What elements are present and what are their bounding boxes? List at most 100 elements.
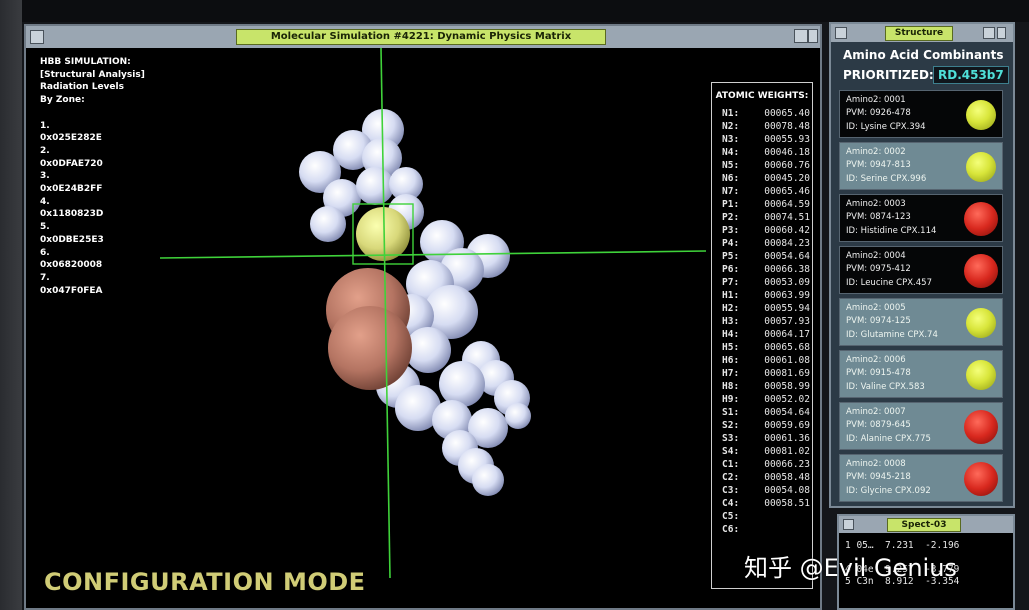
amino-acid-card[interactable]: Amino2: 0007 PVM: 0879-645 ID: Alanine CPX…	[839, 402, 1003, 450]
atomic-weight-label: C3:	[722, 485, 740, 496]
acid-name: ID: Leucine CPX.457	[846, 278, 932, 288]
amino-acid-card[interactable]: Amino2: 0002 PVM: 0947-813 ID: Serine CPX.…	[839, 142, 1003, 190]
pvm-value: PVM: 0974-125	[846, 316, 911, 326]
atomic-weight-value: 00058.48	[764, 472, 810, 483]
atomic-weight-row: N4: 00046.18	[712, 146, 812, 159]
atomic-weight-value: 00078.48	[764, 121, 810, 132]
watermark: 知乎 @Evil Genius	[744, 554, 957, 582]
atomic-weight-row: N5: 00060.76	[712, 159, 812, 172]
spect-title: Spect-03	[887, 518, 961, 532]
amino-id: Amino2: 0002	[846, 147, 906, 157]
atomic-weight-label: H7:	[722, 368, 740, 379]
close-box-icon[interactable]	[835, 27, 847, 39]
atomic-weight-value: 00046.18	[764, 147, 810, 158]
atomic-weight-value: 00055.94	[764, 303, 810, 314]
atomic-weight-label: H2:	[722, 303, 740, 314]
atomic-weight-row: N3: 00055.93	[712, 133, 812, 146]
atomic-weight-label: S1:	[722, 407, 740, 418]
amino-id: Amino2: 0005	[846, 303, 906, 313]
atomic-weight-label: H9:	[722, 394, 740, 405]
collapse-box-icon[interactable]	[997, 27, 1006, 39]
atomic-weight-label: N7:	[722, 186, 740, 197]
atomic-weight-row: H8: 00058.99	[712, 380, 812, 393]
selected-yellow-atom[interactable]	[356, 207, 410, 261]
atomic-weight-row: C1: 00066.23	[712, 458, 812, 471]
atomic-weight-label: H5:	[722, 342, 740, 353]
amino-id: Amino2: 0008	[846, 459, 906, 469]
amino-acid-card[interactable]: Amino2: 0006 PVM: 0915-478 ID: Valine CPX.…	[839, 350, 1003, 398]
pvm-value: PVM: 0915-478	[846, 368, 911, 378]
atomic-weight-row: P3: 00060.42	[712, 224, 812, 237]
amino-acid-card[interactable]: Amino2: 0004 PVM: 0975-412 ID: Leucine CPX…	[839, 246, 1003, 294]
zoom-box-icon[interactable]	[794, 29, 808, 43]
zoom-box-icon[interactable]	[983, 27, 995, 39]
pvm-value: PVM: 0975-412	[846, 264, 911, 274]
atomic-weight-row: H5: 00065.68	[712, 341, 812, 354]
atomic-weight-value	[754, 510, 810, 523]
atomic-weight-label: P6:	[722, 264, 740, 275]
brown-atoms	[326, 268, 412, 390]
atomic-weight-value: 00065.68	[764, 342, 810, 353]
atomic-weight-value: 00054.64	[764, 407, 810, 418]
atomic-weight-value: 00065.40	[764, 108, 810, 119]
atomic-weight-label: C2:	[722, 472, 740, 483]
prioritized-label: PRIORITIZED:	[843, 68, 934, 82]
atomic-weight-row: P2: 00074.51	[712, 211, 812, 224]
atomic-weight-value: 00053.09	[764, 277, 810, 288]
structure-titlebar[interactable]: Structure	[831, 24, 1013, 42]
atomic-weight-value: 00074.51	[764, 212, 810, 223]
pvm-value: PVM: 0874-123	[846, 212, 911, 222]
acid-name: ID: Histidine CPX.114	[846, 226, 937, 236]
red-status-sphere-icon	[964, 410, 998, 444]
atomic-weight-label: C4:	[722, 498, 740, 509]
molecule-render	[159, 48, 706, 579]
atomic-weight-value: 00055.93	[764, 134, 810, 145]
red-status-sphere-icon	[964, 202, 998, 236]
amino-acid-card[interactable]: Amino2: 0003 PVM: 0874-123 ID: Histidine C…	[839, 194, 1003, 242]
window-title: Molecular Simulation #4221: Dynamic Phys…	[236, 29, 606, 45]
amino-id: Amino2: 0003	[846, 199, 906, 209]
configuration-mode-label: CONFIGURATION MODE	[44, 568, 366, 596]
amino-acid-card[interactable]: Amino2: 0005 PVM: 0974-125 ID: Glutamine C…	[839, 298, 1003, 346]
pvm-value: PVM: 0879-645	[846, 420, 911, 430]
atomic-weight-row: C5:	[712, 510, 812, 523]
atomic-weight-label: N4:	[722, 147, 740, 158]
close-box-icon[interactable]	[30, 30, 44, 44]
atomic-weight-label: N1:	[722, 108, 740, 119]
atomic-weight-label: P4:	[722, 238, 740, 249]
atomic-weight-label: N5:	[722, 160, 740, 171]
atomic-weight-row: C3: 00054.08	[712, 484, 812, 497]
atomic-weight-label: H4:	[722, 329, 740, 340]
yellow-status-sphere-icon	[966, 100, 996, 130]
atomic-weight-row: N1: 00065.40	[712, 107, 812, 120]
amino-acid-card[interactable]: Amino2: 0008 PVM: 0945-218 ID: Glycine CPX…	[839, 454, 1003, 502]
molecule-viewport[interactable]: HBB SIMULATION: [Structural Analysis] Ra…	[26, 48, 820, 608]
atomic-weight-row: H4: 00064.17	[712, 328, 812, 341]
spect-titlebar[interactable]: Spect-03	[839, 516, 1013, 533]
yellow-status-sphere-icon	[966, 360, 996, 390]
acid-name: ID: Serine CPX.996	[846, 174, 927, 184]
atomic-weight-row: S4: 00081.02	[712, 445, 812, 458]
atomic-weight-row: N6: 00045.20	[712, 172, 812, 185]
atomic-weight-row: H1: 00063.99	[712, 289, 812, 302]
atomic-weights-list: N1: 00065.40 N2: 00078.48 N3: 00055.93 N4: 0004…	[712, 107, 812, 536]
atomic-weight-row: H3: 00057.93	[712, 315, 812, 328]
amino-acid-card[interactable]: Amino2: 0001 PVM: 0926-478 ID: Lysine CPX.…	[839, 90, 1003, 138]
atomic-weight-row: S2: 00059.69	[712, 419, 812, 432]
close-box-icon[interactable]	[843, 519, 854, 530]
amino-id: Amino2: 0001	[846, 95, 906, 105]
atomic-weight-label: N6:	[722, 173, 740, 184]
collapse-box-icon[interactable]	[808, 29, 818, 43]
amino-id: Amino2: 0006	[846, 355, 906, 365]
amino-id: Amino2: 0004	[846, 251, 906, 261]
atomic-weight-row: N2: 00078.48	[712, 120, 812, 133]
atomic-weight-row: H6: 00061.08	[712, 354, 812, 367]
simulation-titlebar[interactable]: Molecular Simulation #4221: Dynamic Phys…	[26, 26, 820, 50]
atomic-weight-value: 00054.08	[764, 485, 810, 496]
atomic-weight-label: C5:	[722, 511, 740, 522]
atomic-weight-row: P1: 00064.59	[712, 198, 812, 211]
yellow-status-sphere-icon	[966, 308, 996, 338]
acid-name: ID: Valine CPX.583	[846, 382, 925, 392]
atomic-weight-value: 00058.51	[764, 498, 810, 509]
atomic-weight-value: 00066.38	[764, 264, 810, 275]
